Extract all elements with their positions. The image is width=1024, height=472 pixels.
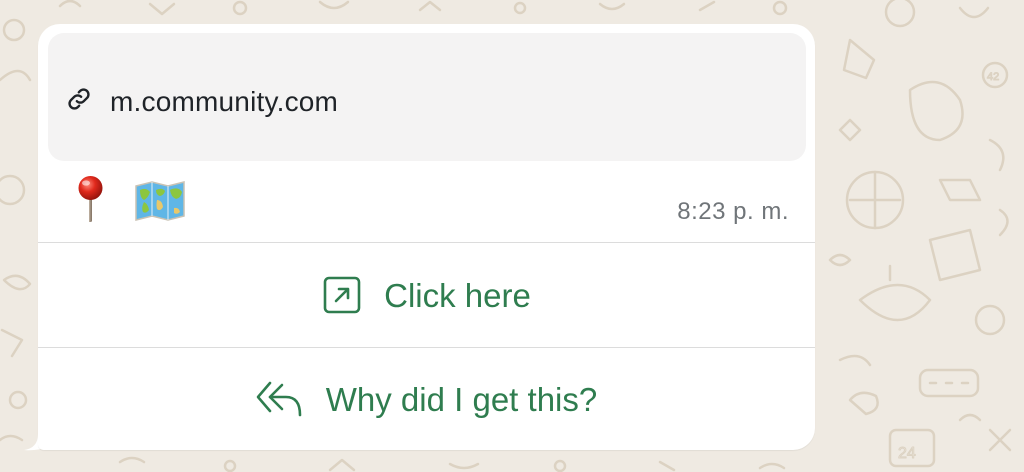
click-here-label: Click here (384, 276, 531, 314)
round-pushpin-emoji (78, 176, 103, 222)
click-here-button[interactable]: Click here (38, 243, 815, 347)
link-domain[interactable]: m.community.com (110, 88, 338, 116)
message-bubble: m.community.com 8:23 p. m. Click here Wh… (38, 24, 815, 450)
svg-text:24: 24 (898, 445, 916, 462)
emoji-row (74, 174, 186, 226)
reply-all-icon (256, 381, 302, 417)
message-timestamp: 8:23 p. m. (677, 198, 789, 225)
world-map-emoji (135, 181, 185, 221)
why-did-i-get-this-button[interactable]: Why did I get this? (38, 348, 815, 450)
link-icon (68, 88, 90, 110)
external-link-icon (323, 276, 361, 314)
svg-text:42: 42 (987, 71, 999, 83)
why-did-i-get-this-label: Why did I get this? (325, 380, 598, 418)
